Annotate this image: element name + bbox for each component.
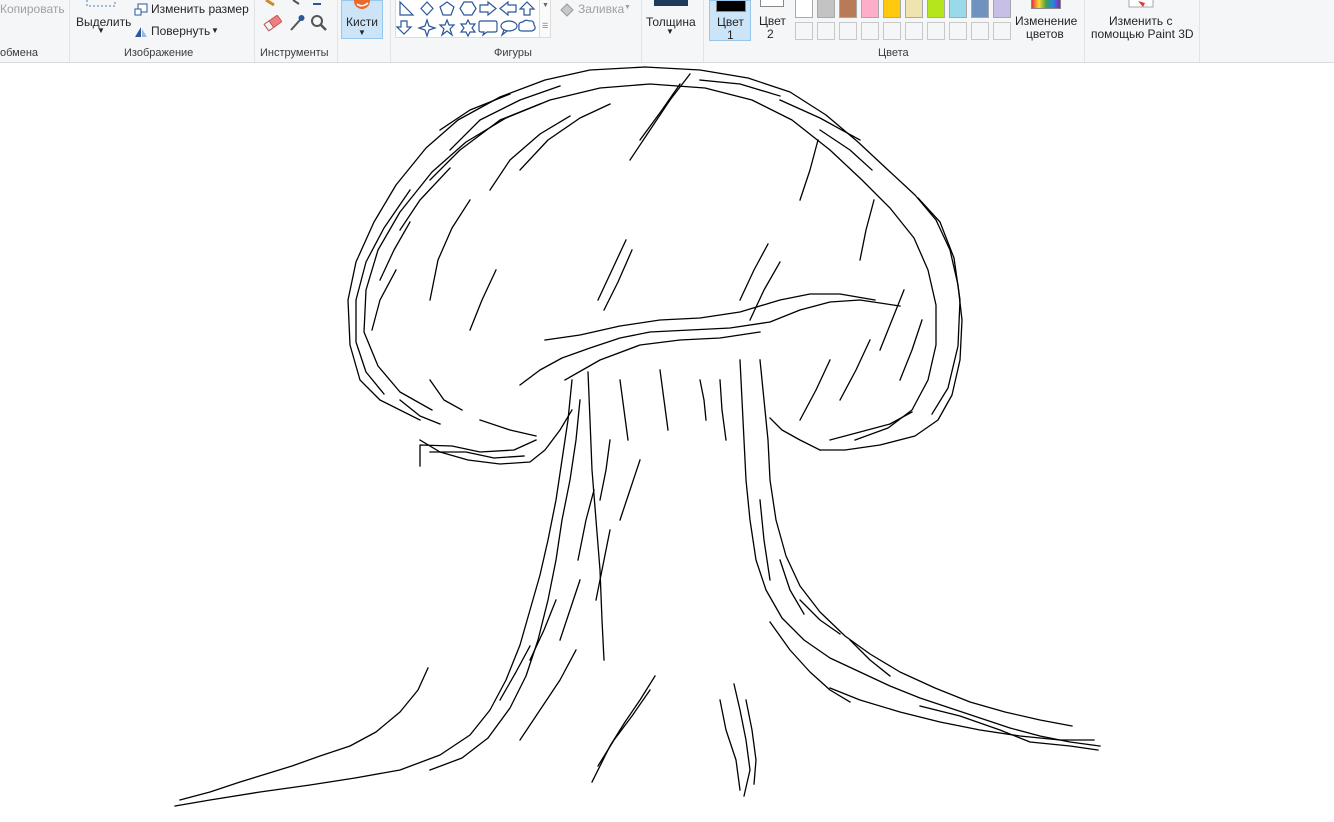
tree-sketch-drawing (174, 66, 1101, 807)
drawing-canvas[interactable] (0, 63, 1334, 822)
